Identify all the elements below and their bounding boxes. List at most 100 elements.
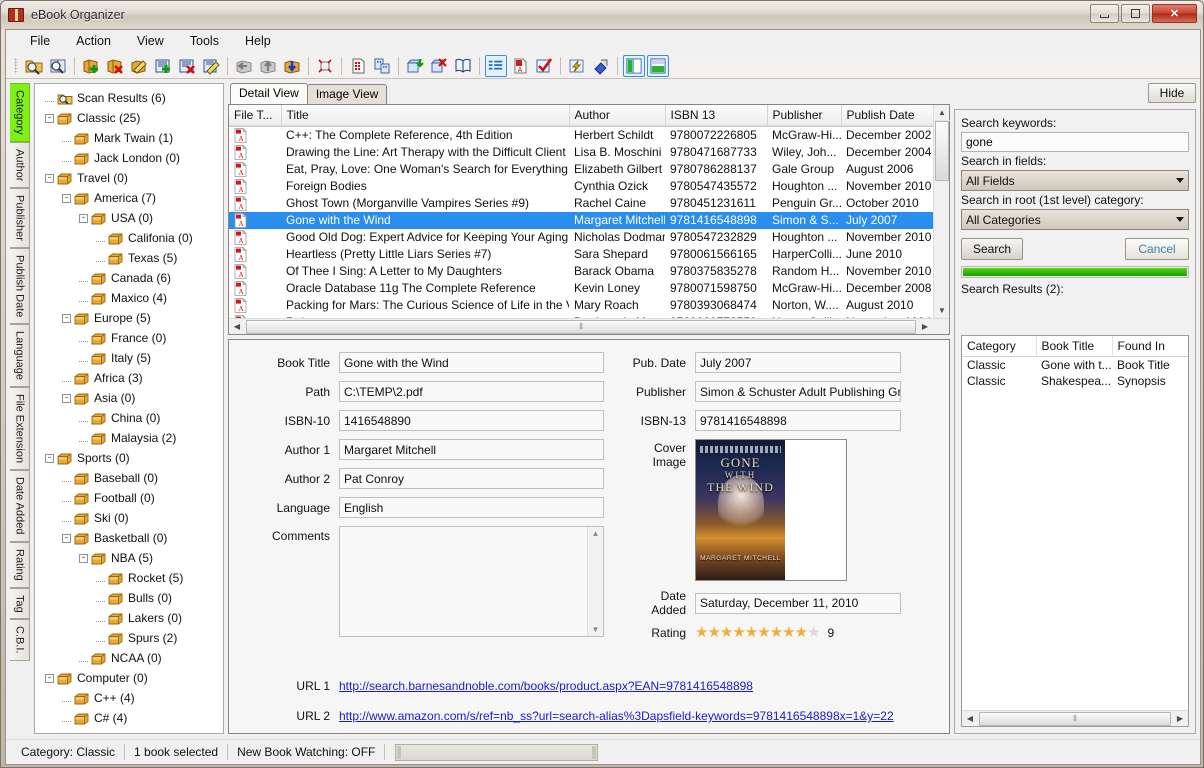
report-icon[interactable] (347, 55, 369, 77)
lightning-icon[interactable] (566, 55, 588, 77)
tree-node[interactable]: China (0) (39, 408, 223, 428)
tree-node[interactable]: Rocket (5) (39, 568, 223, 588)
minimize-button[interactable] (1090, 4, 1119, 23)
tab-detail-view[interactable]: Detail View (230, 83, 308, 104)
vtab-category[interactable]: Category (10, 83, 30, 142)
import-icon[interactable] (404, 55, 426, 77)
star-icon[interactable]: ★ (807, 625, 820, 640)
star-icon[interactable]: ★ (720, 625, 733, 640)
layout-horizontal-icon[interactable] (647, 54, 669, 77)
tree-node[interactable]: C# (4) (39, 708, 223, 728)
col-publish-date[interactable]: Publish Date (841, 105, 933, 127)
report-multi-icon[interactable] (371, 55, 393, 77)
col-title[interactable]: Title (281, 105, 570, 127)
tree-expander-icon[interactable]: - (45, 453, 54, 463)
input-pub-date[interactable]: July 2007 (695, 352, 901, 373)
vtab-language[interactable]: Language (10, 324, 30, 388)
input-date-added[interactable]: Saturday, December 11, 2010 (695, 592, 901, 614)
star-icon[interactable]: ★ (770, 625, 783, 640)
star-icon[interactable]: ★ (782, 625, 795, 640)
tree-node[interactable]: Texas (5) (39, 248, 223, 268)
tree-node[interactable]: Spurs (2) (39, 628, 223, 648)
vtab-file-extension[interactable]: File Extension (10, 387, 30, 471)
move-up-icon[interactable] (257, 55, 279, 77)
tree-node[interactable]: - Computer (0) (39, 668, 223, 688)
tree-node[interactable]: - Asia (0) (39, 388, 223, 408)
delete-book-icon[interactable] (176, 55, 198, 77)
tree-node[interactable]: Canada (6) (39, 268, 223, 288)
table-row[interactable]: A Oracle Database 11g The Complete Refere… (229, 280, 933, 297)
tree-node[interactable]: - Europe (5) (39, 308, 223, 328)
tree-node[interactable]: - Travel (0) (39, 168, 223, 188)
col-isbn13[interactable]: ISBN 13 (665, 105, 768, 127)
results-row[interactable]: Classic Gone with t... Book Title (962, 357, 1188, 374)
scan-folder-icon[interactable] (23, 55, 45, 77)
star-icon[interactable]: ★ (732, 625, 745, 640)
vtab-publish-date[interactable]: Publish Date (10, 247, 30, 325)
menu-tools[interactable]: Tools (178, 31, 231, 51)
list-vertical-scrollbar[interactable]: ▲ ▼ (933, 105, 950, 318)
tree-node[interactable]: Italy (5) (39, 348, 223, 368)
tree-node[interactable]: - Classic (25) (39, 108, 223, 128)
menu-file[interactable]: File (18, 31, 62, 51)
search-keywords-input[interactable]: gone (961, 132, 1189, 152)
edit-category-icon[interactable] (128, 55, 150, 77)
cancel-button[interactable]: Cancel (1125, 238, 1189, 260)
table-row[interactable]: A Foreign Bodies Cynthia Ozick 978054743557… (229, 178, 933, 195)
vtab-tag[interactable]: Tag (10, 587, 30, 620)
star-icon[interactable]: ★ (757, 625, 770, 640)
tree-node[interactable]: France (0) (39, 328, 223, 348)
tree-node[interactable]: - NBA (5) (39, 548, 223, 568)
delete-category-icon[interactable] (104, 55, 126, 77)
check-icon[interactable] (533, 55, 555, 77)
tree-node[interactable]: Maxico (4) (39, 288, 223, 308)
link-url2[interactable]: http://www.amazon.com/s/ref=nb_ss?url=se… (339, 709, 894, 723)
comments-scrollbar[interactable]: ▲ ▼ (587, 527, 603, 636)
table-row[interactable]: A Drawing the Line: Art Therapy with the … (229, 144, 933, 161)
input-path[interactable]: C:\TEMP\2.pdf (339, 381, 604, 402)
link-url1[interactable]: http://search.barnesandnoble.com/books/p… (339, 679, 753, 693)
tree-expander-icon[interactable]: - (45, 673, 54, 683)
category-tree[interactable]: Scan Results (6) - Classic (25) Mark Twain … (34, 83, 224, 734)
col-publisher[interactable]: Publisher (767, 105, 842, 127)
tree-expander-icon[interactable]: - (62, 533, 71, 543)
scan-book-icon[interactable] (47, 55, 69, 77)
tree-node[interactable]: C++ (4) (39, 688, 223, 708)
vtab-date-added[interactable]: Date Added (10, 470, 30, 542)
input-comments[interactable]: ▲ ▼ (339, 526, 604, 637)
pdf-icon[interactable]: A (509, 55, 531, 77)
input-book-title[interactable]: Gone with the Wind (339, 352, 604, 373)
search-button[interactable]: Search (961, 238, 1023, 260)
star-icon[interactable]: ★ (707, 625, 720, 640)
vtab-rating[interactable]: Rating (10, 541, 30, 588)
menu-action[interactable]: Action (64, 31, 123, 51)
tree-expander-icon[interactable]: - (45, 173, 54, 183)
tree-node[interactable]: Califonia (0) (39, 228, 223, 248)
table-row[interactable]: A Eat, Pray, Love: One Woman's Search for… (229, 161, 933, 178)
tree-node[interactable]: - Basketball (0) (39, 528, 223, 548)
table-row[interactable]: A Heartless (Pretty Little Liars Series #… (229, 246, 933, 263)
close-button[interactable]: ✕ (1152, 4, 1197, 23)
input-isbn13[interactable]: 9781416548898 (695, 410, 901, 431)
col-author[interactable]: Author (569, 105, 666, 127)
results-col-found-in[interactable]: Found In (1112, 336, 1188, 357)
input-publisher[interactable]: Simon & Schuster Adult Publishing Group (695, 381, 901, 402)
tree-node[interactable]: Bulls (0) (39, 588, 223, 608)
results-col-book-title[interactable]: Book Title (1036, 336, 1113, 357)
rating-stars[interactable]: ★ ★ ★ ★ ★ ★ ★ ★ ★ ★ (695, 625, 821, 640)
list-horizontal-scrollbar[interactable]: ◀ ⦀ ▶ (229, 318, 949, 334)
export-icon[interactable] (428, 55, 450, 77)
move-down-icon[interactable] (281, 55, 303, 77)
add-book-icon[interactable] (152, 55, 174, 77)
search-results-table[interactable]: Category Book Title Found In Classic Gone… (961, 335, 1189, 727)
layout-vertical-icon[interactable] (623, 54, 645, 77)
list-view-icon[interactable] (485, 54, 507, 77)
tag-icon[interactable] (590, 55, 612, 77)
tree-node[interactable]: Scan Results (6) (39, 88, 223, 108)
tree-node[interactable]: VB (0) (39, 728, 223, 733)
star-icon[interactable]: ★ (695, 625, 708, 640)
star-icon[interactable]: ★ (745, 625, 758, 640)
vtab-publisher[interactable]: Publisher (10, 188, 30, 248)
tree-node[interactable]: Football (0) (39, 488, 223, 508)
tree-node[interactable]: Lakers (0) (39, 608, 223, 628)
